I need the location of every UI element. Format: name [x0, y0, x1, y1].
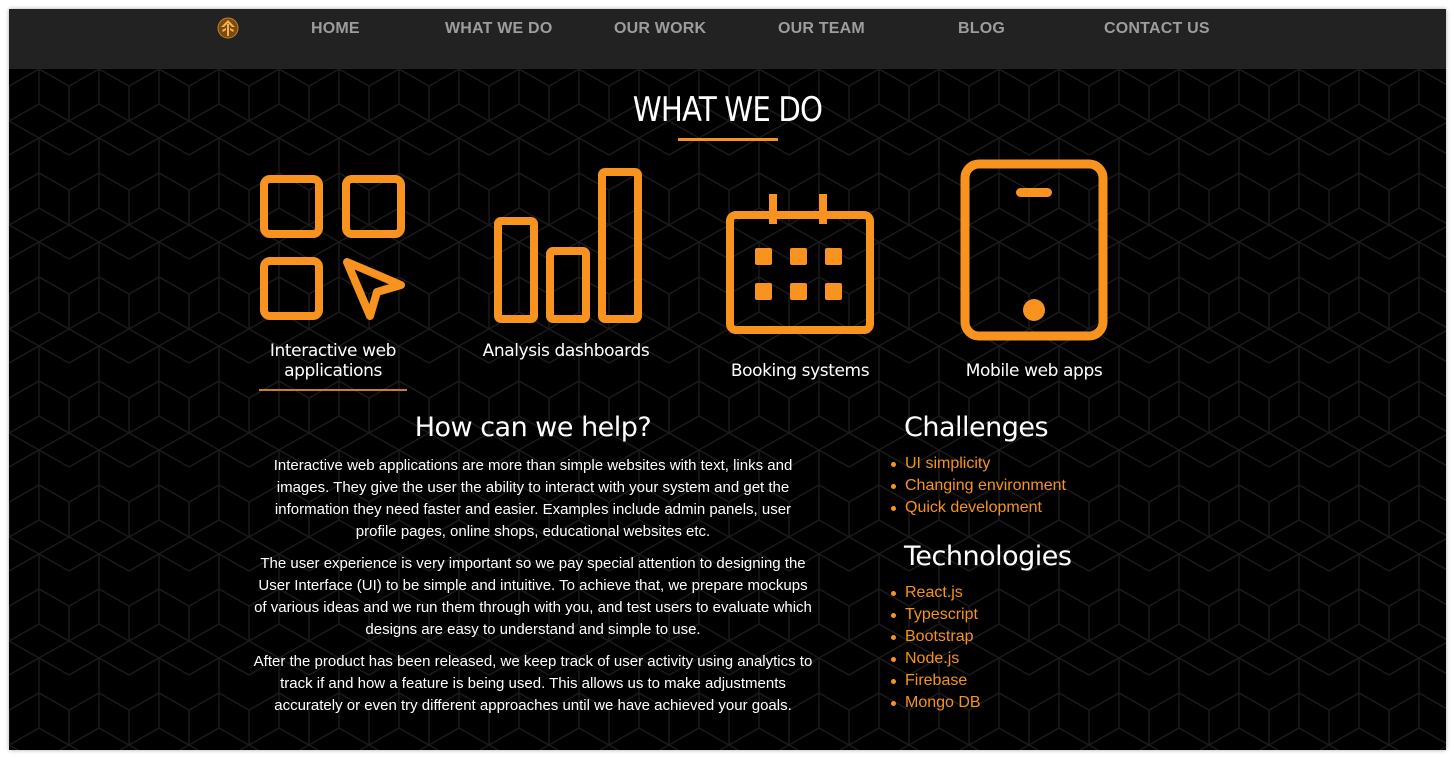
service-label: Mobile web apps — [965, 361, 1103, 381]
list-item: Node.js — [891, 648, 981, 670]
nav-our-work[interactable]: OUR WORK — [614, 20, 706, 38]
help-paragraph: Interactive web applications are more th… — [273, 457, 793, 540]
nav-blog[interactable]: BLOG — [958, 20, 1005, 38]
list-item: Typescript — [891, 604, 981, 626]
nav-our-team[interactable]: OUR TEAM — [778, 20, 865, 38]
logo-icon[interactable] — [217, 17, 239, 39]
title-underline — [678, 138, 778, 141]
service-label: Interactive web applications — [269, 341, 397, 381]
bar-chart-icon — [494, 168, 642, 323]
list-item: React.js — [891, 582, 981, 604]
top-navbar: HOME WHAT WE DO OUR WORK OUR TEAM BLOG C… — [9, 9, 1446, 69]
list-item: Mongo DB — [891, 692, 981, 714]
list-item: UI simplicity — [891, 453, 1066, 475]
what-we-do-section: WHAT WE DO Interactive web applications — [9, 69, 1446, 750]
help-title: How can we help? — [414, 412, 652, 443]
service-label: Analysis dashboards — [482, 341, 650, 361]
help-paragraph: After the product has been released, we … — [253, 653, 813, 714]
list-item: Bootstrap — [891, 626, 981, 648]
challenges-title: Challenges — [904, 412, 1049, 443]
technologies-title: Technologies — [904, 541, 1072, 572]
service-label: Booking systems — [730, 361, 870, 381]
list-item: Firebase — [891, 670, 981, 692]
nav-home[interactable]: HOME — [311, 20, 360, 38]
grid-cursor-icon — [260, 175, 405, 320]
nav-what-we-do[interactable]: WHAT WE DO — [445, 20, 552, 38]
nav-contact-us[interactable]: CONTACT US — [1104, 20, 1210, 38]
list-item: Changing environment — [891, 475, 1066, 497]
active-service-indicator — [259, 389, 407, 391]
list-item: Quick development — [891, 497, 1066, 519]
challenges-list: UI simplicity Changing environment Quick… — [891, 453, 1066, 519]
section-title: WHAT WE DO — [632, 90, 823, 130]
help-paragraph: The user experience is very important so… — [254, 555, 812, 638]
tablet-icon — [960, 159, 1108, 341]
calendar-icon — [726, 194, 874, 334]
background-pattern — [9, 69, 1446, 750]
browser-viewport: HOME WHAT WE DO OUR WORK OUR TEAM BLOG C… — [9, 9, 1446, 750]
technologies-list: React.js Typescript Bootstrap Node.js Fi… — [891, 582, 981, 714]
